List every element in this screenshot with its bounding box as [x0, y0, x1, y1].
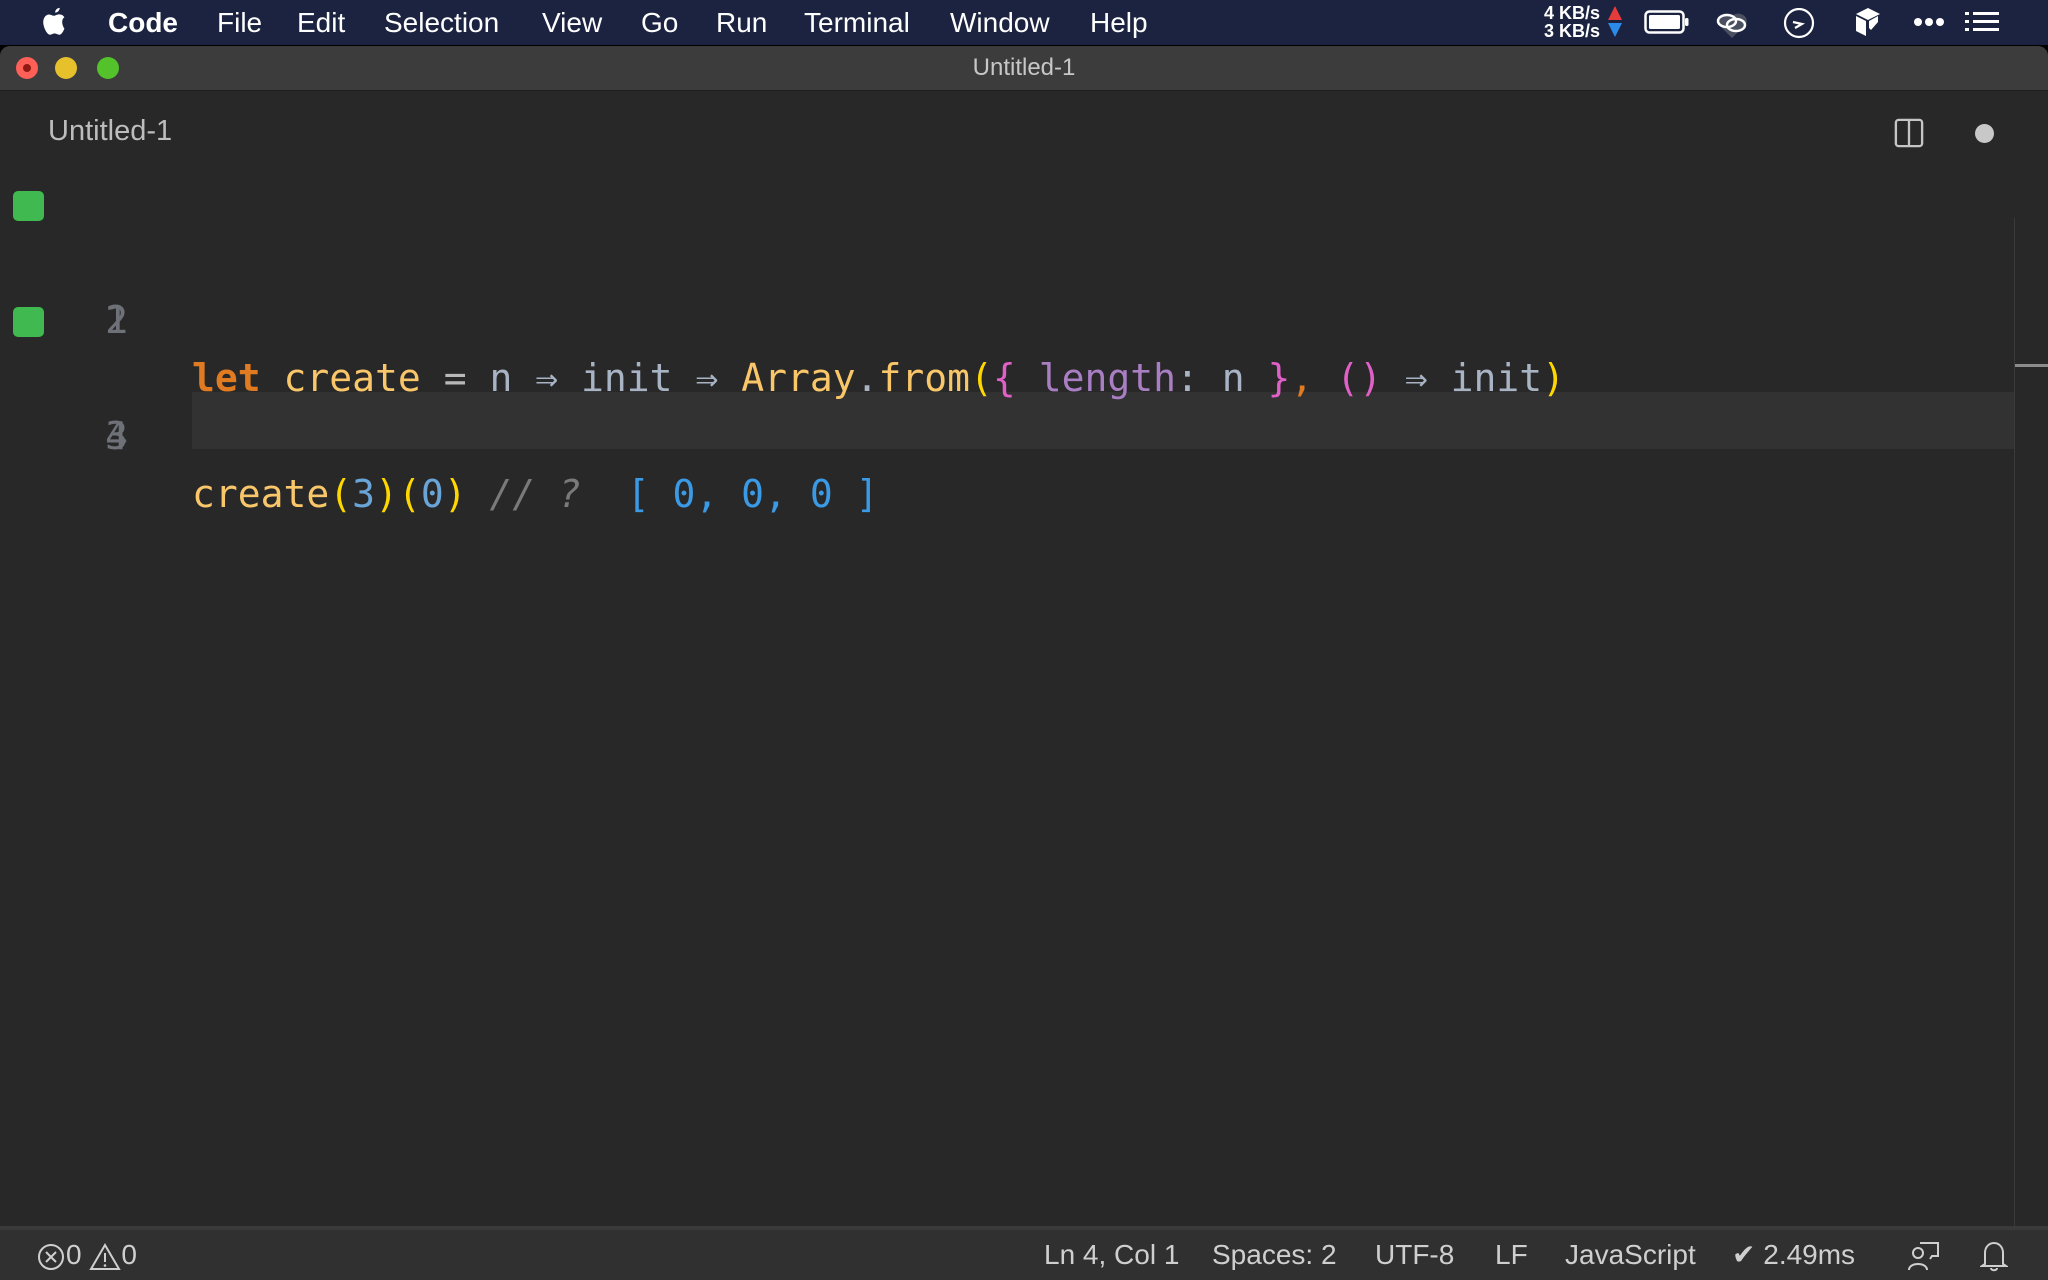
upload-arrow-icon — [1608, 6, 1622, 20]
cursor-position[interactable]: Ln 4, Col 1 — [1044, 1230, 1179, 1280]
menu-help[interactable]: Help — [1090, 0, 1148, 45]
encoding-setting[interactable]: UTF-8 — [1375, 1230, 1454, 1280]
coverage-marker-icon — [13, 307, 44, 337]
download-speed: 3 KB/s — [1543, 21, 1600, 41]
code-line-3: 3 create(3)(0) // ? [ 0, 0, 0 ] — [0, 291, 2000, 516]
error-count: 0 — [66, 1239, 82, 1270]
dropbox-icon[interactable] — [1854, 8, 1884, 40]
code-line-2: 2 — [0, 233, 2000, 342]
code-editor[interactable]: 1 let create = n ⇒ init ⇒ Array.from({ l… — [0, 175, 2048, 1228]
menu-file[interactable]: File — [217, 0, 262, 45]
warning-icon — [89, 1242, 122, 1270]
status-bar: 0 0 Ln 4, Col 1 Spaces: 2 UTF-8 LF JavaS… — [0, 1226, 2048, 1280]
minimap-scrollbar[interactable] — [2014, 218, 2048, 1228]
line-number: 4 — [105, 414, 128, 458]
menu-app-name[interactable]: Code — [108, 0, 178, 45]
language-mode[interactable]: JavaScript — [1565, 1230, 1696, 1280]
token-number: 3 — [352, 472, 376, 516]
code-line-1: 1 let create = n ⇒ init ⇒ Array.from({ l… — [0, 175, 2000, 400]
split-editor-icon[interactable] — [1894, 118, 1924, 148]
scrollbar-position-marker[interactable] — [2015, 364, 2048, 367]
quokka-timing[interactable]: ✔ 2.49ms — [1732, 1230, 1855, 1280]
apple-icon[interactable] — [40, 6, 70, 38]
error-icon — [38, 1243, 64, 1270]
problems-indicator[interactable]: 0 0 — [36, 1230, 137, 1280]
menu-selection[interactable]: Selection — [384, 0, 499, 45]
code-line-4: 4 — [0, 349, 2000, 458]
coverage-marker-icon — [13, 191, 44, 221]
menu-view[interactable]: View — [542, 0, 602, 45]
tab-bar: Untitled-1 — [0, 91, 2048, 175]
menu-bar: Code File Edit Selection View Go Run Ter… — [0, 0, 2048, 45]
code-text: create(3)(0) // ? [ 0, 0, 0 ] — [192, 465, 878, 523]
token-bracket: ) — [375, 472, 398, 516]
unsaved-indicator-icon[interactable] — [1975, 124, 1994, 143]
upload-speed: 4 KB/s — [1543, 3, 1600, 23]
network-speed[interactable]: 4 KB/s 3 KB/s — [1540, 4, 1600, 40]
battery-icon[interactable] — [1644, 8, 1690, 36]
title-bar: Untitled-1 — [0, 46, 2048, 91]
token-number: 0 — [420, 472, 444, 516]
token-function-call: create — [192, 472, 330, 516]
quokka-inline-result: [ 0, 0, 0 ] — [626, 472, 879, 516]
window-title: Untitled-1 — [972, 54, 1076, 81]
list-icon[interactable] — [1964, 8, 2000, 36]
feedback-icon[interactable] — [1906, 1240, 1940, 1272]
token-bracket: ) — [443, 472, 467, 516]
menu-window[interactable]: Window — [950, 0, 1050, 45]
menu-edit[interactable]: Edit — [297, 0, 345, 45]
vscode-window: Untitled-1 Untitled-1 1 let create = n ⇒… — [0, 46, 2048, 1280]
menu-go[interactable]: Go — [641, 0, 678, 45]
clock-icon[interactable] — [1782, 8, 1816, 42]
token-comment: // ? — [489, 472, 582, 516]
tab-untitled-1[interactable]: Untitled-1 — [48, 115, 172, 148]
download-arrow-icon — [1608, 23, 1622, 37]
line-ending-setting[interactable]: LF — [1495, 1230, 1528, 1280]
menu-terminal[interactable]: Terminal — [804, 0, 910, 45]
more-icon[interactable] — [1912, 8, 1946, 36]
indentation-setting[interactable]: Spaces: 2 — [1212, 1230, 1337, 1280]
token-bracket: ( — [329, 472, 353, 516]
token-bracket: ( — [397, 472, 421, 516]
warning-count: 0 — [121, 1239, 137, 1270]
creative-cloud-icon[interactable] — [1712, 8, 1752, 38]
notifications-bell-icon[interactable] — [1980, 1240, 2008, 1272]
menu-run[interactable]: Run — [716, 0, 767, 45]
